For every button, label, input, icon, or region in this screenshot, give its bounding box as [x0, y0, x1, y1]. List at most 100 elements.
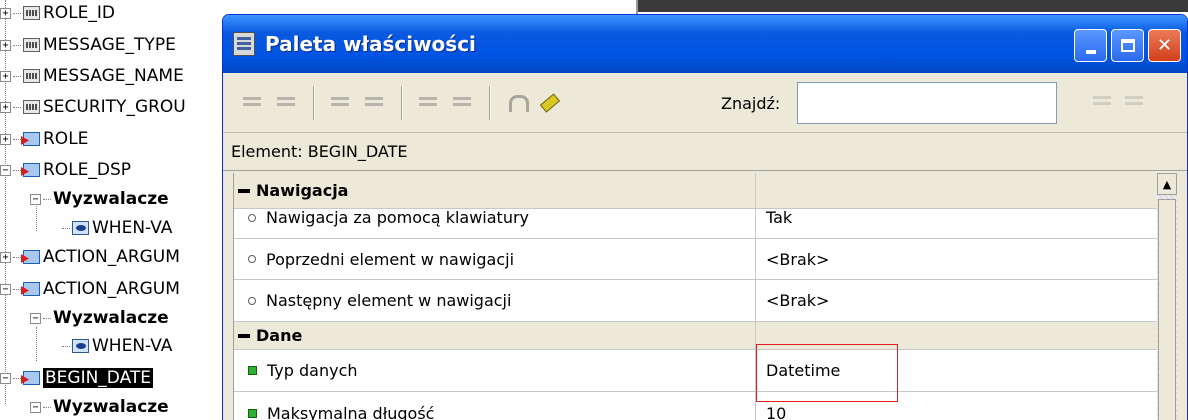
property-name: Nawigacja za pomocą klawiatury — [234, 197, 756, 238]
tree-item-label: MESSAGE_TYPE — [43, 35, 176, 55]
tree-item-label: WHEN-VA — [92, 218, 173, 238]
default-value-icon — [248, 296, 256, 305]
property-value[interactable]: Datetime — [756, 350, 1158, 391]
tree-connector — [13, 169, 21, 171]
collapse-icon[interactable]: − — [0, 164, 11, 176]
vertical-scrollbar[interactable]: ▲ — [1157, 173, 1177, 420]
pin-icon[interactable] — [539, 92, 563, 114]
tree-item-label-selected: BEGIN_DATE — [43, 368, 154, 388]
tree-item-triggers[interactable]: − Wyzwalacze — [30, 186, 169, 212]
column-icon — [23, 6, 40, 20]
tree-connector — [62, 345, 70, 347]
expand-icon[interactable]: + — [0, 101, 11, 113]
property-row[interactable]: Maksymalna długość 10 — [234, 392, 1158, 420]
tree-item-label: Wyzwalacze — [53, 308, 169, 328]
minimize-icon — [1085, 49, 1096, 54]
collapse-icon[interactable]: − — [30, 312, 41, 324]
default-value-icon — [248, 213, 256, 222]
property-palette-window: Paleta właściwości ✕ Znajdź: Element: BE… — [222, 14, 1188, 420]
tree-item-trigger[interactable]: WHEN-VA — [62, 215, 172, 241]
tree-item-label: Wyzwalacze — [53, 397, 169, 417]
column-icon — [23, 38, 40, 52]
default-value-icon — [248, 255, 256, 263]
property-name: Maksymalna długość — [234, 392, 756, 420]
category-row-data[interactable]: Dane — [234, 322, 1158, 350]
tree-item-triggers[interactable]: − Wyzwalacze — [30, 394, 169, 420]
find-buttons — [1091, 91, 1147, 113]
maximize-button[interactable] — [1111, 29, 1144, 62]
tree-item-label: ACTION_ARGUM — [43, 247, 180, 267]
tree-item-message-type[interactable]: + MESSAGE_TYPE — [0, 32, 176, 58]
expand-icon[interactable]: + — [0, 70, 11, 82]
tree-item-security-group[interactable]: + SECURITY_GROU — [0, 94, 186, 120]
property-class-icon[interactable] — [417, 92, 441, 114]
collapse-icon[interactable]: − — [0, 283, 11, 295]
property-value[interactable]: 10 — [756, 392, 1158, 420]
property-value[interactable]: Tak — [756, 197, 1158, 238]
toolbar: Znajdź: — [223, 73, 1187, 133]
tree-item-label: ROLE_DSP — [43, 160, 132, 180]
tree-guide-line — [36, 327, 37, 361]
arrow-up-icon: ▲ — [1162, 177, 1172, 191]
property-value[interactable]: <Brak> — [756, 280, 1158, 321]
property-label: Nawigacja za pomocą klawiatury — [266, 208, 530, 227]
find-input[interactable] — [797, 82, 1057, 124]
property-row[interactable]: Typ danych Datetime — [234, 350, 1158, 392]
tree-item-begin-date[interactable]: − BEGIN_DATE — [0, 365, 154, 391]
tree-connector — [13, 256, 21, 258]
expand-icon[interactable]: + — [0, 39, 11, 51]
toolbar-separator — [401, 85, 403, 120]
tree-item-action-argum[interactable]: + ACTION_ARGUM — [0, 244, 180, 270]
scroll-up-button[interactable]: ▲ — [1157, 173, 1177, 195]
delete-property-icon[interactable] — [363, 92, 387, 114]
scrollbar-thumb[interactable] — [1158, 199, 1176, 420]
palette-app-icon — [233, 32, 255, 56]
property-value[interactable]: <Brak> — [756, 239, 1158, 279]
tree-item-trigger[interactable]: WHEN-VA — [62, 333, 172, 359]
expand-icon[interactable]: + — [0, 7, 11, 19]
add-property-icon[interactable] — [329, 92, 353, 114]
tree-item-action-argum[interactable]: − ACTION_ARGUM — [0, 276, 180, 302]
inherit-icon[interactable] — [451, 92, 475, 114]
property-row[interactable]: Nawigacja za pomocą klawiatury Tak — [234, 197, 1158, 239]
tree-item-triggers[interactable]: − Wyzwalacze — [30, 305, 169, 331]
property-label: Następny element w nawigacji — [266, 291, 512, 310]
tree-item-label: WHEN-VA — [92, 336, 173, 356]
tree-item-label: ACTION_ARGUM — [43, 279, 180, 299]
expand-icon[interactable]: + — [0, 251, 11, 263]
tree-item-role-dsp[interactable]: − ROLE_DSP — [0, 157, 131, 183]
toolbar-separator — [489, 85, 491, 120]
minimize-button[interactable] — [1074, 29, 1107, 62]
copy-properties-icon[interactable] — [241, 92, 265, 114]
item-icon — [23, 132, 40, 146]
find-previous-icon[interactable] — [1091, 91, 1115, 113]
property-row[interactable]: Poprzedni element w nawigacji <Brak> — [234, 239, 1158, 280]
union-icon[interactable] — [505, 92, 529, 114]
trigger-icon — [72, 339, 89, 353]
toolbar-separator — [313, 85, 315, 120]
collapse-icon[interactable]: − — [30, 193, 41, 205]
tree-connector — [43, 406, 51, 408]
collapse-icon[interactable] — [238, 333, 250, 338]
tree-item-label: ROLE_ID — [43, 3, 116, 23]
property-name: Poprzedni element w nawigacji — [234, 239, 756, 279]
find-next-icon[interactable] — [1123, 91, 1147, 113]
tree-connector — [13, 377, 21, 379]
tree-item-role[interactable]: + ROLE — [0, 126, 88, 152]
paste-properties-icon[interactable] — [275, 92, 299, 114]
collapse-icon[interactable] — [238, 188, 250, 193]
tree-item-role-id[interactable]: + ROLE_ID — [0, 0, 115, 26]
expand-icon[interactable]: + — [0, 133, 11, 145]
title-bar[interactable]: Paleta właściwości ✕ — [223, 15, 1187, 73]
collapse-icon[interactable]: − — [30, 401, 41, 413]
window-controls: ✕ — [1074, 29, 1181, 62]
tree-connector — [13, 138, 21, 140]
tree-item-message-name[interactable]: + MESSAGE_NAME — [0, 63, 184, 89]
close-button[interactable]: ✕ — [1148, 29, 1181, 62]
item-icon — [23, 250, 40, 264]
tree-connector — [43, 198, 51, 200]
collapse-icon[interactable]: − — [0, 372, 11, 384]
element-label: Element: BEGIN_DATE — [231, 142, 408, 161]
property-row[interactable]: Następny element w nawigacji <Brak> — [234, 280, 1158, 322]
category-label: Dane — [256, 326, 303, 345]
